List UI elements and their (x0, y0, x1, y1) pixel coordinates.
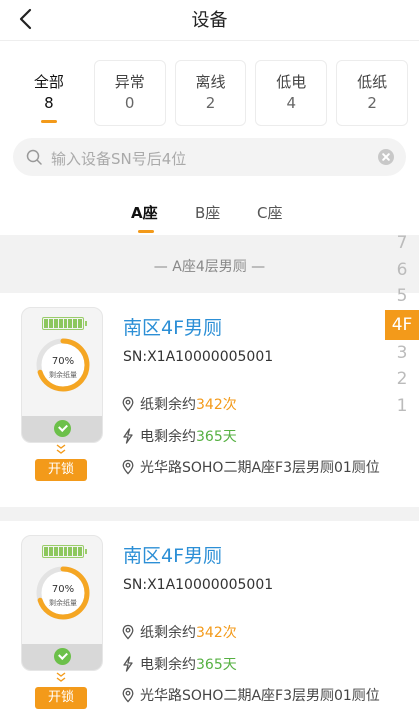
filter-label: 异常 (114, 73, 145, 91)
search-input[interactable]: 输入设备SN号后4位 (13, 138, 406, 176)
location-pin-icon (122, 687, 134, 703)
device-name[interactable]: 南区4F男厕 (123, 541, 222, 568)
floor-item[interactable]: 7 (385, 230, 419, 257)
floor-item[interactable]: 1 (385, 393, 419, 420)
paper-value: 342次 (196, 625, 237, 641)
battery-icon (42, 317, 87, 330)
device-name[interactable]: 南区4F男厕 (123, 313, 222, 340)
filter-offline[interactable]: 离线 2 (174, 60, 247, 126)
paper-percent-caption: 剩余纸量 (49, 599, 77, 607)
paper-remaining: 纸剩余约342次 (120, 395, 237, 415)
floor-item-active[interactable]: 4F (385, 309, 419, 340)
device-location: 光华路SOHO二期A座F3层男厕01厕位 (120, 686, 380, 706)
device-base (22, 644, 102, 670)
tab-active-indicator (138, 230, 154, 233)
tab-c[interactable]: C座 (257, 202, 282, 223)
floor-index: 7 6 5 4F 3 2 1 (385, 230, 419, 420)
filter-all[interactable]: 全部 8 (13, 60, 85, 126)
device-base (22, 416, 102, 442)
search-placeholder: 输入设备SN号后4位 (51, 150, 187, 168)
chevron-down-icon (56, 672, 66, 682)
power-remaining: 电剩余约365天 (120, 427, 237, 447)
search-icon (26, 149, 42, 165)
device-sn: SN:X1A10000005001 (123, 349, 274, 365)
filter-low-paper[interactable]: 低纸 2 (336, 60, 408, 126)
tab-a[interactable]: A座 (131, 202, 158, 223)
paper-remaining: 纸剩余约342次 (120, 623, 237, 643)
filter-count: 8 (44, 94, 54, 112)
filter-low-battery[interactable]: 低电 4 (255, 60, 328, 126)
filter-label: 低纸 (357, 73, 388, 91)
tab-b[interactable]: B座 (195, 202, 220, 223)
active-indicator (40, 120, 57, 123)
location-pin-icon (122, 459, 134, 475)
lightning-icon (123, 656, 133, 672)
floor-item[interactable]: 6 (385, 257, 419, 284)
building-tabs: A座 B座 C座 (0, 198, 419, 234)
filter-label: 离线 (195, 73, 226, 91)
lightning-icon (123, 428, 133, 444)
filter-count: 0 (124, 94, 135, 112)
filter-label: 全部 (33, 73, 64, 91)
floor-item[interactable]: 3 (385, 340, 419, 367)
battery-icon (42, 545, 87, 558)
device-illustration: 70% 剩余纸量 (21, 535, 103, 671)
top-bar: 设备 (0, 0, 419, 40)
filter-count: 2 (205, 94, 216, 112)
power-value: 365天 (196, 429, 237, 445)
filter-count: 4 (286, 94, 297, 112)
device-location: 光华路SOHO二期A座F3层男厕01厕位 (120, 458, 380, 478)
location-text: 光华路SOHO二期A座F3层男厕01厕位 (140, 688, 380, 704)
paper-label: 纸剩余约 (140, 625, 196, 641)
filter-abnormal[interactable]: 异常 0 (93, 60, 166, 126)
floor-item[interactable]: 5 (385, 283, 419, 310)
unlock-button[interactable]: 开锁 (35, 687, 87, 709)
status-ok-icon (54, 420, 71, 437)
chevron-down-icon (56, 444, 66, 454)
group-title: — A座4层男厕 — (153, 259, 266, 275)
paper-percent: 70% (51, 356, 75, 367)
floor-item[interactable]: 2 (385, 366, 419, 393)
page-title: 设备 (191, 10, 228, 31)
device-sn: SN:X1A10000005001 (123, 577, 274, 593)
paper-label: 纸剩余约 (140, 397, 196, 413)
device-illustration: 70% 剩余纸量 (21, 307, 103, 443)
filter-label: 低电 (276, 73, 307, 91)
clear-icon[interactable] (378, 149, 394, 165)
filter-count: 2 (367, 94, 377, 112)
power-remaining: 电剩余约365天 (120, 655, 237, 675)
unlock-button[interactable]: 开锁 (35, 459, 87, 481)
location-pin-icon (122, 624, 134, 640)
device-card[interactable]: 70% 剩余纸量 开锁 南区4F男厕 SN:X1A10000005001 纸剩余… (0, 293, 419, 507)
power-label: 电剩余约 (140, 657, 196, 673)
device-card[interactable]: 70% 剩余纸量 开锁 南区4F男厕 SN:X1A10000005001 纸剩余… (0, 521, 419, 721)
status-filter-row: 全部 8 异常 0 离线 2 低电 4 低纸 2 (13, 60, 408, 126)
status-ok-icon (54, 648, 71, 665)
location-text: 光华路SOHO二期A座F3层男厕01厕位 (140, 460, 380, 476)
paper-percent-caption: 剩余纸量 (49, 371, 77, 379)
location-pin-icon (122, 396, 134, 412)
paper-percent: 70% (51, 584, 75, 595)
power-value: 365天 (196, 657, 237, 673)
power-label: 电剩余约 (140, 429, 196, 445)
paper-value: 342次 (196, 397, 237, 413)
